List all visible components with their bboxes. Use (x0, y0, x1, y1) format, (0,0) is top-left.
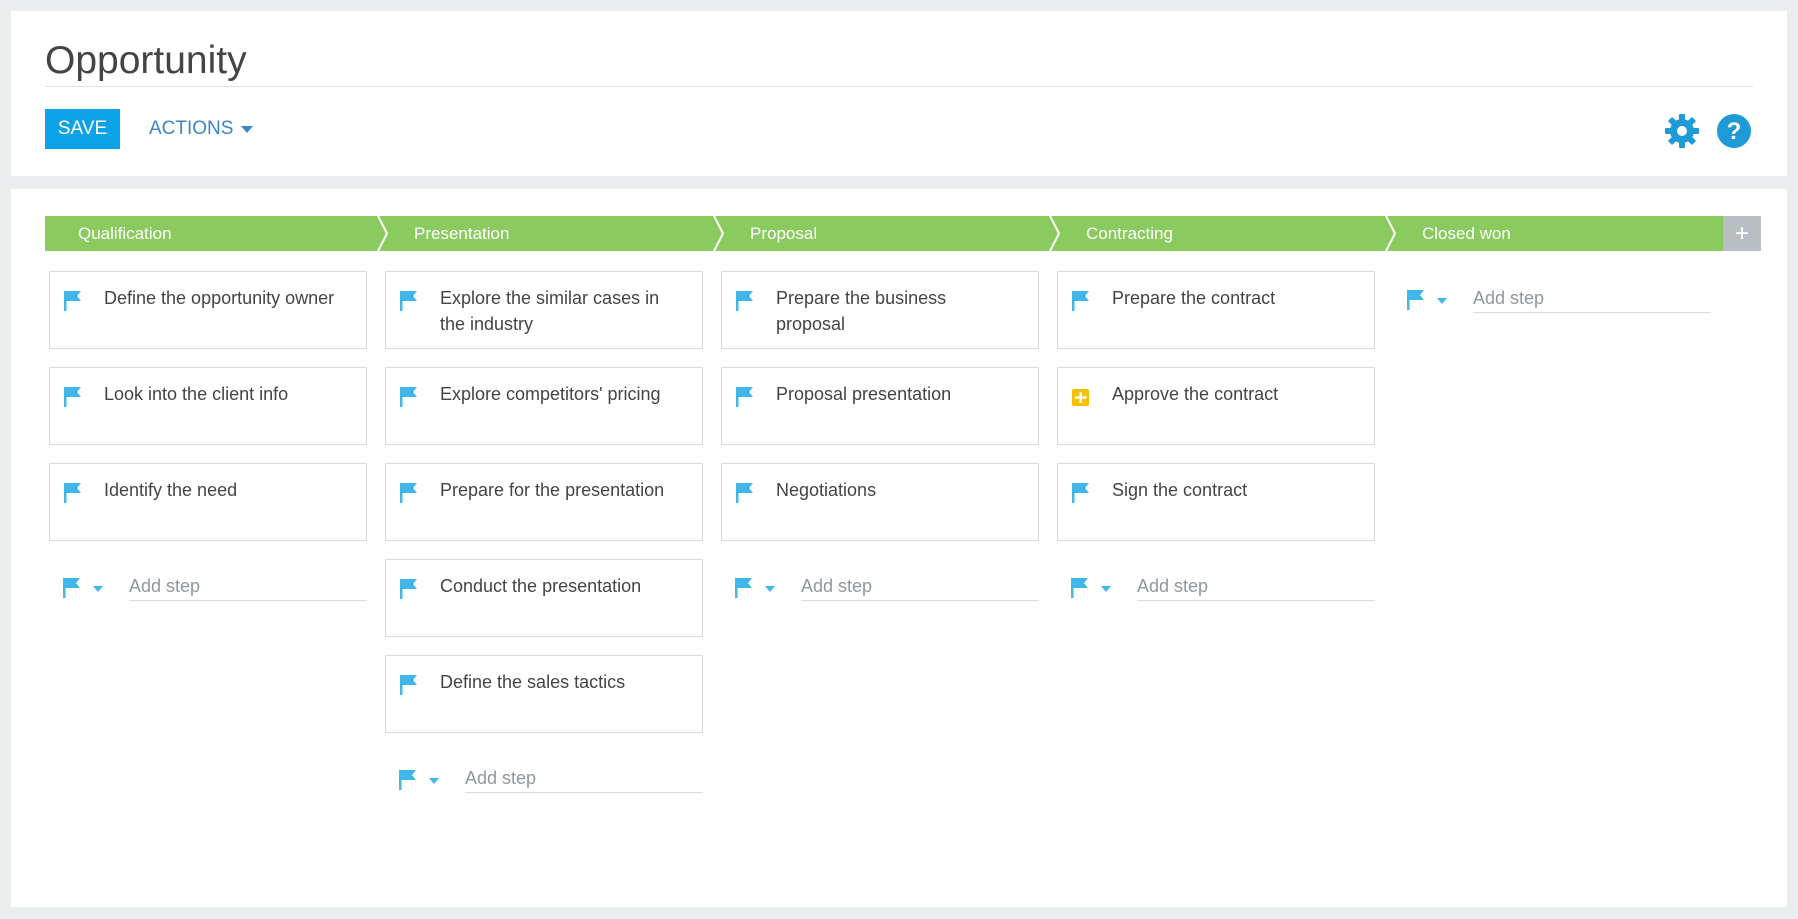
flag-icon[interactable] (398, 769, 418, 791)
step-label: Proposal presentation (776, 384, 952, 404)
flag-icon (399, 482, 419, 504)
step-label: Sign the contract (1112, 480, 1248, 500)
step-label: Define the sales tactics (440, 672, 626, 692)
stage-proposal[interactable]: Proposal (750, 224, 817, 244)
actions-label: ACTIONS (149, 118, 234, 139)
step-card[interactable]: Identify the need (49, 463, 367, 541)
actions-menu-button[interactable]: ACTIONS (149, 115, 254, 143)
stage-column: Prepare the contract Approve the contract… (1057, 271, 1377, 615)
add-step-row (1057, 559, 1377, 615)
flag-icon (63, 290, 83, 312)
flag-icon[interactable] (62, 577, 82, 599)
add-step-input[interactable] (465, 764, 703, 793)
stage-qualification[interactable]: Qualification (78, 224, 172, 244)
plus-square-icon (1071, 386, 1091, 408)
step-label: Prepare for the presentation (440, 480, 665, 500)
step-label: Define the opportunity owner (104, 288, 335, 308)
step-label: Approve the contract (1112, 384, 1279, 404)
chevron-down-icon[interactable] (429, 778, 439, 784)
stage-column: Define the opportunity owner Look into th… (49, 271, 369, 615)
stages-panel: Qualification Presentation Proposal Cont… (11, 189, 1787, 907)
flag-icon (1071, 290, 1091, 312)
help-icon[interactable]: ? (1715, 112, 1753, 150)
step-card[interactable]: Prepare the contract (1057, 271, 1375, 349)
flag-icon (399, 386, 419, 408)
step-label: Explore the similar cases in the industr… (440, 288, 660, 334)
page-title: Opportunity (45, 39, 247, 82)
add-step-row (49, 559, 369, 615)
add-step-input[interactable] (129, 572, 367, 601)
step-card[interactable]: Conduct the presentation (385, 559, 703, 637)
add-step-input[interactable] (801, 572, 1039, 601)
flag-icon (735, 386, 755, 408)
step-card[interactable]: Prepare for the presentation (385, 463, 703, 541)
flag-icon (1071, 482, 1091, 504)
stage-column: Prepare the business proposal Proposal pr… (721, 271, 1041, 615)
step-card[interactable]: Define the opportunity owner (49, 271, 367, 349)
chevron-down-icon[interactable] (93, 586, 103, 592)
flag-icon (399, 674, 419, 696)
step-card[interactable]: Define the sales tactics (385, 655, 703, 733)
page-header: Opportunity SAVE ACTIONS ? (11, 11, 1787, 176)
add-step-input[interactable] (1137, 572, 1375, 601)
step-card[interactable]: Explore the similar cases in the industr… (385, 271, 703, 349)
svg-text:?: ? (1727, 118, 1742, 145)
step-card[interactable]: Look into the client info (49, 367, 367, 445)
step-card[interactable]: Prepare the business proposal (721, 271, 1039, 349)
chevron-down-icon[interactable] (1101, 586, 1111, 592)
add-step-row (721, 559, 1041, 615)
step-card[interactable]: Negotiations (721, 463, 1039, 541)
save-button[interactable]: SAVE (45, 109, 120, 149)
step-label: Conduct the presentation (440, 576, 642, 596)
step-card[interactable]: Proposal presentation (721, 367, 1039, 445)
step-label: Look into the client info (104, 384, 289, 404)
add-step-row (385, 751, 705, 807)
flag-icon (735, 482, 755, 504)
flag-icon (63, 386, 83, 408)
flag-icon (735, 290, 755, 312)
chevron-down-icon[interactable] (1437, 298, 1447, 304)
flag-icon[interactable] (1406, 289, 1426, 311)
step-label: Explore competitors' pricing (440, 384, 661, 404)
step-label: Prepare the business proposal (776, 288, 947, 334)
flag-icon (399, 578, 419, 600)
gear-icon[interactable] (1663, 112, 1701, 150)
step-card[interactable]: Approve the contract (1057, 367, 1375, 445)
stage-column (1393, 271, 1713, 327)
stage-contracting[interactable]: Contracting (1086, 224, 1173, 244)
step-label: Negotiations (776, 480, 877, 500)
flag-icon (399, 290, 419, 312)
flag-icon[interactable] (734, 577, 754, 599)
add-stage-button[interactable]: + (1723, 216, 1761, 251)
step-card[interactable]: Explore competitors' pricing (385, 367, 703, 445)
step-label: Prepare the contract (1112, 288, 1276, 308)
stage-bar: Qualification Presentation Proposal Cont… (45, 216, 1723, 251)
add-step-input[interactable] (1473, 284, 1711, 313)
title-divider (45, 86, 1753, 87)
chevron-down-icon (241, 125, 254, 133)
flag-icon[interactable] (1070, 577, 1090, 599)
chevron-down-icon[interactable] (765, 586, 775, 592)
step-card[interactable]: Sign the contract (1057, 463, 1375, 541)
step-label: Identify the need (104, 480, 238, 500)
stage-closed-won[interactable]: Closed won (1422, 224, 1511, 244)
stage-presentation[interactable]: Presentation (414, 224, 509, 244)
stage-column: Explore the similar cases in the industr… (385, 271, 705, 807)
flag-icon (63, 482, 83, 504)
add-step-row (1393, 271, 1713, 327)
